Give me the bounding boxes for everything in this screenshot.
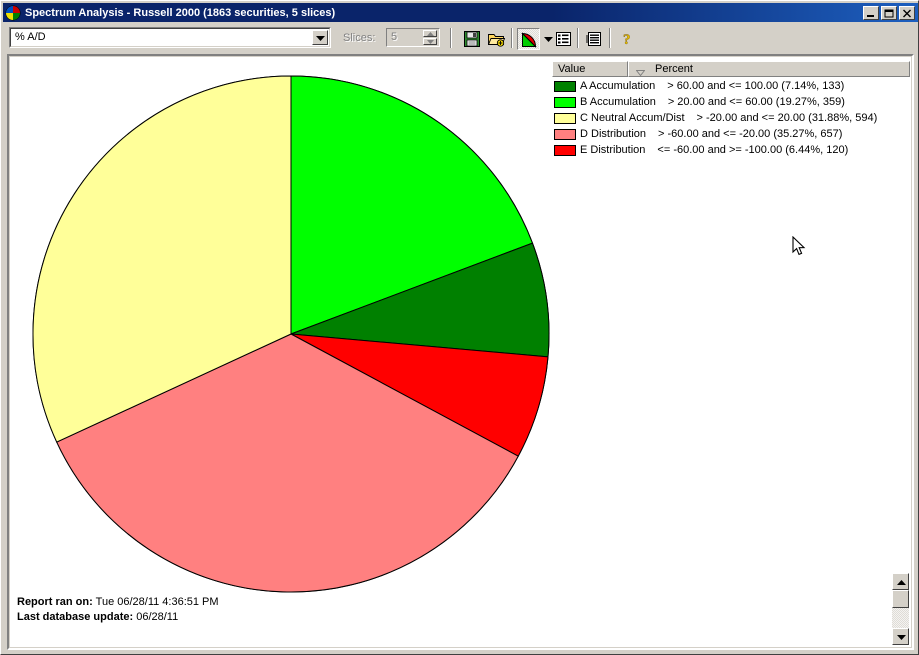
title-bar: Spectrum Analysis - Russell 2000 (1863 s… [3,3,918,22]
legend: Value Percent A Accumulation > 60.00 and … [552,61,910,163]
last-update-line: Last database update: 06/28/11 [17,610,219,625]
toolbar-separator [450,28,452,48]
legend-column-percent[interactable]: Percent [628,61,910,77]
chevron-down-icon[interactable] [312,30,328,45]
legend-row[interactable]: D Distribution > -60.00 and <= -20.00 (35… [552,126,910,142]
pie-chart [26,69,556,599]
toolbar-separator [511,28,513,48]
legend-item-name: D Distribution [580,128,647,140]
vertical-scrollbar[interactable] [892,573,909,645]
spin-down-icon [423,38,437,45]
legend-color-swatch [554,112,576,124]
legend-column-value[interactable]: Value [552,61,628,77]
legend-color-swatch [554,144,576,156]
pie-chart-view-button[interactable] [517,28,540,50]
toolbar: % A/D Slices: 5 ? [3,24,918,52]
last-update-label: Last database update: [17,611,134,623]
scrollbar-thumb[interactable] [892,590,909,608]
legend-item-range: > -20.00 and <= 20.00 (31.88%, 594) [696,112,878,124]
report-view-button[interactable] [583,28,606,50]
legend-column-percent-label: Percent [655,63,693,75]
report-canvas: Value Percent A Accumulation > 60.00 and … [9,56,912,648]
legend-row[interactable]: B Accumulation > 20.00 and <= 60.00 (19.2… [552,94,910,110]
pie-chart-icon [5,5,21,21]
slices-label: Slices: [343,32,376,44]
legend-item-range: > 60.00 and <= 100.00 (7.14%, 133) [667,80,845,92]
report-ran-line: Report ran on: Tue 06/28/11 4:36:51 PM [17,595,219,610]
combo-bevel [10,28,330,47]
legend-item-range: > 20.00 and <= 60.00 (19.27%, 359) [667,96,845,108]
close-button[interactable] [899,5,915,20]
legend-item-name: C Neutral Accum/Dist [580,112,685,124]
metric-combo[interactable]: % A/D [9,27,331,48]
legend-item-range: > -60.00 and <= -20.00 (35.27%, 657) [658,128,843,140]
toolbar-separator [609,28,611,48]
slices-value: 5 [391,31,398,43]
scroll-down-icon[interactable] [892,628,909,645]
legend-item-name: E Distribution [580,144,646,156]
pie-chart-svg[interactable] [26,69,556,599]
metric-combo-value: % A/D [15,31,46,43]
help-button[interactable]: ? [615,28,638,50]
legend-color-swatch [554,80,576,92]
last-update-value: 06/28/11 [136,611,179,623]
legend-item-name: A Accumulation [580,80,656,92]
report-footer: Report ran on: Tue 06/28/11 4:36:51 PM L… [17,595,219,625]
open-folder-button[interactable] [485,28,508,50]
window-title: Spectrum Analysis - Russell 2000 (1863 s… [25,6,336,19]
legend-color-swatch [554,128,576,140]
legend-item-range: <= -60.00 and >= -100.00 (6.44%, 120) [657,144,849,156]
legend-row[interactable]: A Accumulation > 60.00 and <= 100.00 (7.1… [552,78,910,94]
legend-item-name: B Accumulation [580,96,656,108]
legend-rows: A Accumulation > 60.00 and <= 100.00 (7.1… [552,78,910,158]
save-button[interactable] [461,28,484,50]
report-ran-value: Tue 06/28/11 4:36:51 PM [95,596,219,608]
legend-color-swatch [554,96,576,108]
minimize-button[interactable] [863,5,879,20]
list-view-button[interactable] [552,28,575,50]
spin-up-icon [423,30,437,37]
svg-text:?: ? [623,32,631,47]
scrollbar-track[interactable] [892,608,909,628]
toolbar-separator [577,28,579,48]
slices-stepper: 5 [386,28,440,47]
legend-row[interactable]: C Neutral Accum/Dist > -20.00 and <= 20.0… [552,110,910,126]
legend-row[interactable]: E Distribution <= -60.00 and >= -100.00 (… [552,142,910,158]
maximize-button[interactable] [881,5,897,20]
report-ran-label: Report ran on: [17,596,93,608]
scroll-up-icon[interactable] [892,573,909,590]
sort-descending-icon [635,66,646,76]
legend-header: Value Percent [552,61,910,77]
spectrum-analysis-window: Spectrum Analysis - Russell 2000 (1863 s… [0,0,919,655]
report-content-panel: Value Percent A Accumulation > 60.00 and … [7,54,914,650]
